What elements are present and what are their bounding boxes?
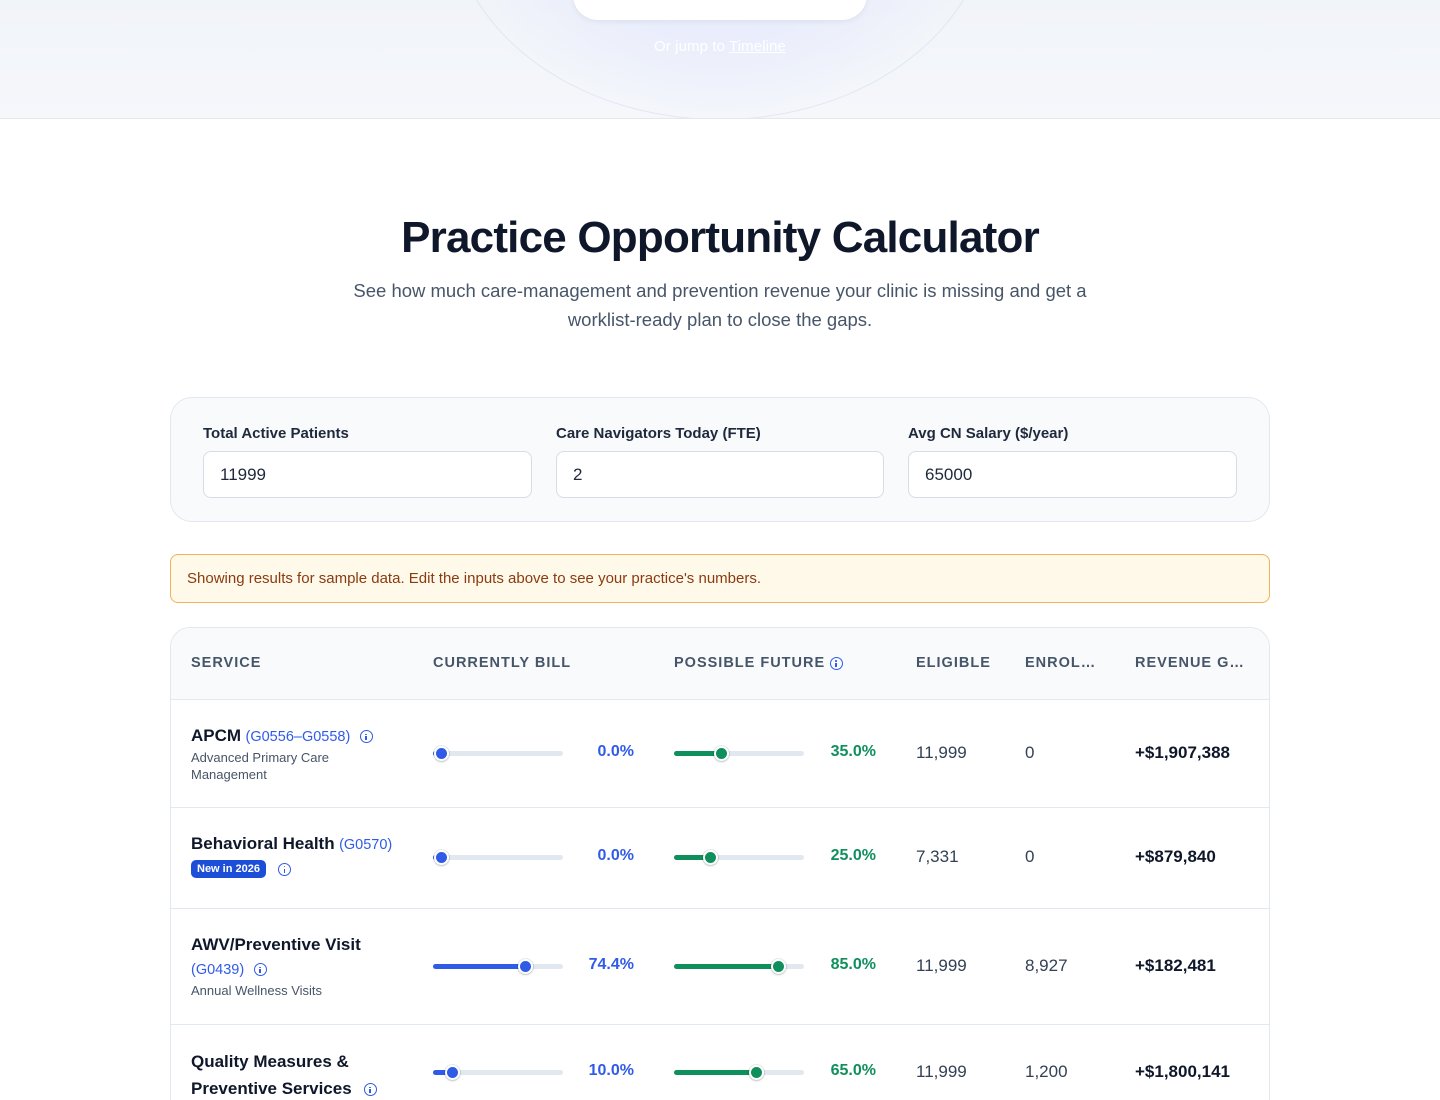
eligible-count: 11,999 — [916, 743, 967, 762]
current-bill-slider[interactable] — [433, 1064, 563, 1080]
header-revenue-gain: Revenue Gain — [1135, 655, 1245, 671]
jump-prefix: Or jump to — [654, 38, 726, 55]
table-row: Behavioral Health (G0570) New in 2026 0.… — [171, 808, 1269, 909]
header-currently-bill: Currently Bill — [433, 655, 572, 671]
possible-future-slider[interactable] — [674, 745, 804, 761]
current-bill-slider[interactable] — [433, 849, 563, 865]
current-bill-slider[interactable] — [433, 745, 563, 761]
current-bill-slider[interactable] — [433, 958, 563, 974]
patients-input[interactable] — [203, 451, 532, 498]
page-title: Practice Opportunity Calculator — [401, 213, 1040, 262]
enrolled-count: 0 — [1025, 743, 1035, 762]
possible-future-slider[interactable] — [674, 849, 804, 865]
slider-thumb[interactable] — [433, 746, 449, 761]
salary-input[interactable] — [908, 451, 1237, 498]
salary-label: Avg CN Salary ($/year) — [908, 425, 1069, 442]
timeline-link[interactable]: Timeline — [729, 38, 786, 55]
page-subtitle: See how much care-management and prevent… — [353, 280, 1087, 330]
eligible-count: 11,999 — [916, 1062, 967, 1081]
eligible-count: 7,331 — [916, 847, 959, 866]
service-description: Advanced Primary Care Management — [191, 750, 329, 782]
slider-thumb[interactable] — [714, 746, 730, 761]
header-enrolled: Enrolled — [1025, 655, 1097, 671]
service-code: (G0439) — [191, 962, 245, 978]
patients-label: Total Active Patients — [203, 425, 349, 442]
service-cell: APCM (G0556–G0558) Advanced Primary Care… — [191, 726, 401, 783]
table-row: AWV/Preventive Visit (G0439) Annual Well… — [171, 909, 1269, 1025]
notice-text: Showing results for sample data. Edit th… — [187, 570, 761, 587]
enrolled-count: 8,927 — [1025, 956, 1068, 975]
navigators-field: Care Navigators Today (FTE) — [556, 425, 884, 498]
service-name: AWV/Preventive Visit — [191, 935, 361, 954]
possible-future-percent: 85.0% — [830, 956, 876, 973]
jump-to-text: Or jump to Timeline — [0, 38, 1440, 55]
slider-thumb[interactable] — [771, 959, 787, 974]
possible-future-slider[interactable] — [674, 1064, 804, 1080]
slider-thumb[interactable] — [518, 959, 534, 974]
slider-thumb[interactable] — [703, 850, 718, 865]
current-bill-percent: 74.4% — [588, 956, 634, 973]
services-table: Service Currently Bill Possible Future E… — [170, 627, 1270, 1100]
table-header: Service Currently Bill Possible Future E… — [171, 628, 1269, 700]
service-name: Behavioral Health — [191, 834, 335, 853]
info-icon[interactable] — [253, 963, 267, 977]
possible-future-slider[interactable] — [674, 958, 804, 974]
patients-field: Total Active Patients — [203, 425, 532, 498]
header-eligible: Eligible — [916, 655, 991, 671]
enrolled-count: 1,200 — [1025, 1062, 1068, 1081]
eligible-count: 11,999 — [916, 956, 967, 975]
possible-future-percent: 35.0% — [830, 743, 876, 760]
info-icon[interactable] — [364, 1083, 378, 1097]
slider-thumb[interactable] — [444, 1065, 460, 1080]
revenue-gain: +$879,840 — [1135, 847, 1216, 866]
slider-thumb[interactable] — [433, 850, 449, 865]
salary-field: Avg CN Salary ($/year) — [908, 425, 1237, 498]
header-possible-future-label: Possible Future — [674, 655, 826, 671]
service-code: (G0556–G0558) — [245, 729, 351, 745]
hero-banner: Or jump to Timeline — [0, 0, 1440, 119]
service-cell: Behavioral Health (G0570) New in 2026 — [191, 834, 411, 878]
revenue-gain: +$1,800,141 — [1135, 1062, 1231, 1081]
info-icon[interactable] — [359, 730, 373, 744]
hero-cta-button[interactable] — [573, 0, 867, 20]
new-badge: New in 2026 — [191, 860, 266, 878]
service-cell: AWV/Preventive Visit (G0439) Annual Well… — [191, 935, 391, 999]
navigators-input[interactable] — [556, 451, 884, 498]
service-cell: Quality Measures & Preventive Services — [191, 1049, 391, 1100]
current-bill-percent: 10.0% — [588, 1062, 634, 1079]
revenue-gain: +$1,907,388 — [1135, 743, 1231, 762]
service-name: Quality Measures & Preventive Services — [191, 1052, 352, 1098]
header-service: Service — [191, 655, 262, 671]
current-bill-percent: 0.0% — [597, 847, 634, 864]
revenue-gain: +$182,481 — [1135, 956, 1216, 975]
header-possible-future: Possible Future — [674, 655, 874, 671]
table-row: Quality Measures & Preventive Services 1… — [171, 1025, 1269, 1100]
table-row: APCM (G0556–G0558) Advanced Primary Care… — [171, 700, 1269, 808]
calculator-inputs-panel: Total Active Patients Care Navigators To… — [170, 397, 1270, 522]
slider-thumb[interactable] — [748, 1065, 764, 1080]
service-description: Annual Wellness Visits — [191, 983, 323, 998]
service-name: APCM — [191, 726, 242, 745]
possible-future-percent: 25.0% — [830, 847, 876, 864]
navigators-label: Care Navigators Today (FTE) — [556, 425, 761, 442]
possible-future-percent: 65.0% — [830, 1062, 876, 1079]
service-code: (G0570) — [339, 837, 393, 853]
current-bill-percent: 0.0% — [597, 743, 634, 760]
info-icon[interactable] — [830, 656, 844, 670]
enrolled-count: 0 — [1025, 847, 1035, 866]
sample-data-notice: Showing results for sample data. Edit th… — [170, 554, 1270, 603]
info-icon[interactable] — [278, 862, 292, 876]
